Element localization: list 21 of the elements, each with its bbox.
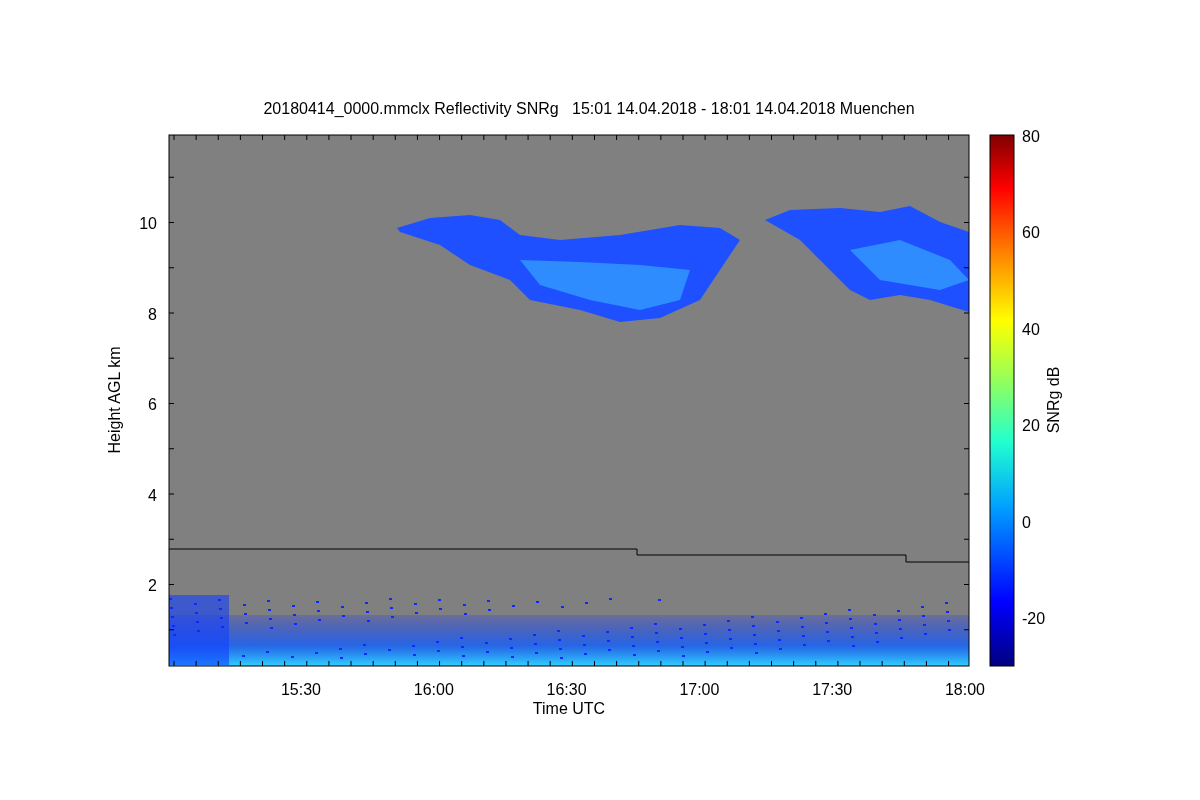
colorbar-tick-label: 0 <box>1022 513 1031 531</box>
colorbar-tick-label: -20 <box>1022 610 1046 627</box>
x-axis-tick-label: 16:00 <box>413 681 454 698</box>
x-axis-label: Time UTC <box>532 700 606 717</box>
x-axis-tick-label: 17:30 <box>812 681 853 698</box>
y-axis-tick-label: 2 <box>148 577 157 594</box>
plot-title: 20180414_0000.mmclx Reflectivity SNRg 15:01 14.04.2018 - 18:01 14.04.2018 Muenchen <box>263 100 915 117</box>
x-axis-tick-label: 16:30 <box>546 681 587 698</box>
colorbar-tick-label: 60 <box>1022 224 1040 241</box>
y-axis-tick-label: 4 <box>148 486 157 504</box>
y-axis-tick-label: 10 <box>139 215 157 232</box>
colorbar-label: SNRg dB <box>1045 366 1062 434</box>
colorbar-tick-label: 20 <box>1022 417 1040 434</box>
y-axis-label: Height AGL km <box>106 346 123 454</box>
colorbar-tick-label: 40 <box>1022 320 1040 338</box>
y-axis-tick-label: 8 <box>148 305 157 323</box>
x-axis-tick-label: 18:00 <box>945 681 985 698</box>
x-axis-tick-label: 17:00 <box>679 681 720 698</box>
colorbar-tick-label: 80 <box>1022 127 1040 145</box>
x-axis-tick-label: 15:30 <box>281 681 321 698</box>
y-axis-tick-label: 6 <box>148 396 157 413</box>
